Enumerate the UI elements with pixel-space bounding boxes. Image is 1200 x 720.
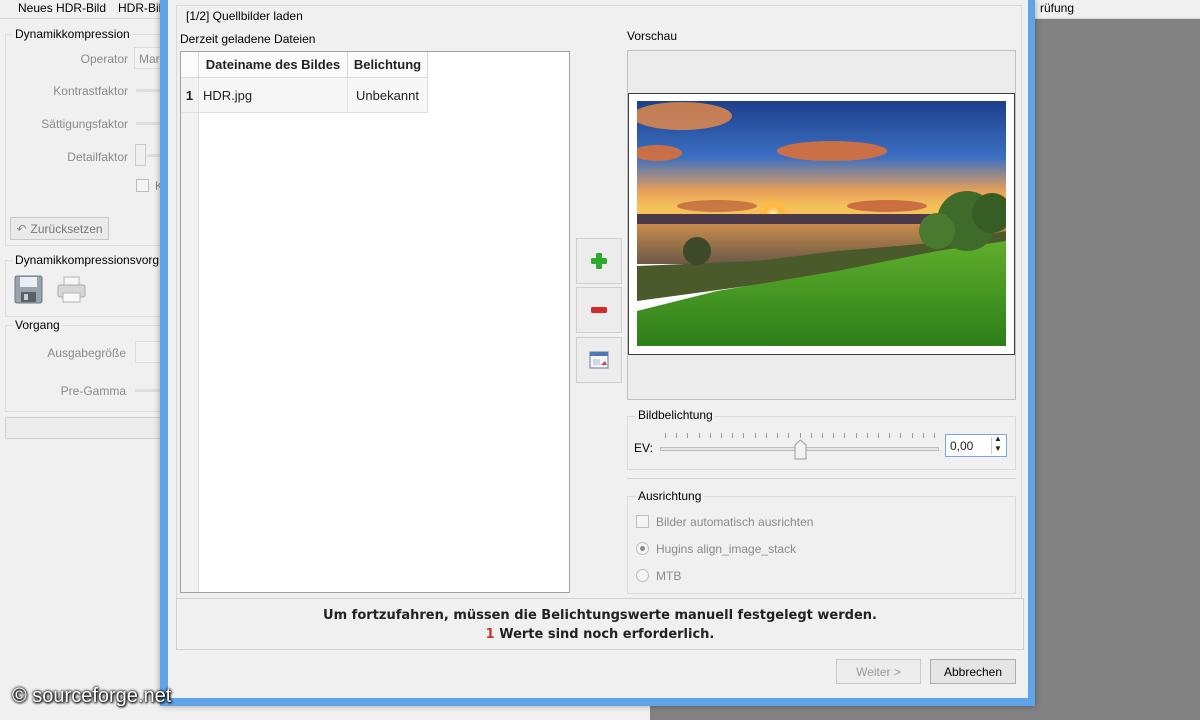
ev-tick	[721, 433, 723, 438]
ev-tick	[754, 433, 756, 438]
cell-exposure[interactable]: Unbekannt	[348, 78, 428, 113]
dialog-title: [1/2] Quellbilder laden	[184, 9, 305, 23]
left-checkbox[interactable]	[136, 179, 149, 192]
alignment-group-title: Ausrichtung	[636, 489, 704, 503]
hugin-radio[interactable]	[636, 542, 649, 555]
ev-tick	[911, 433, 913, 438]
ev-tick	[788, 433, 790, 438]
exposure-group-title: Bildbelichtung	[636, 408, 715, 422]
ev-tick	[687, 433, 689, 438]
dynamic-compression-title: Dynamikkompression	[13, 27, 132, 41]
preview-label: Vorschau	[627, 29, 678, 43]
menubar: Neues HDR-Bild HDR-Bil	[0, 0, 165, 19]
ev-tick	[855, 433, 857, 438]
message-line-2: 1 Werte sind noch erforderlich.	[177, 627, 1023, 642]
reset-button-label: Zurücksetzen	[30, 221, 103, 236]
menu-hdr-image[interactable]: HDR-Bil	[118, 1, 161, 15]
message-line-2-text: Werte sind noch erforderlich.	[499, 627, 715, 642]
menu-item-fragment[interactable]: rüfung	[1040, 1, 1074, 15]
message-box: Um fortzufahren, müssen die Belichtungsw…	[176, 598, 1024, 650]
mtb-radio-label: MTB	[656, 569, 682, 583]
detail-label: Detailfaktor	[67, 150, 128, 164]
ev-tick	[877, 433, 879, 438]
ev-tick	[810, 433, 812, 438]
contrast-label: Kontrastfaktor	[53, 84, 128, 98]
cancel-button[interactable]: Abbrechen	[930, 659, 1016, 684]
ev-tick	[698, 433, 700, 438]
ev-tick	[799, 433, 801, 438]
ev-spinbox[interactable]: 0,00 ▲ ▼	[945, 434, 1007, 457]
operator-label: Operator	[80, 52, 128, 66]
files-table[interactable]	[180, 51, 570, 593]
ev-tick	[900, 433, 902, 438]
print-icon[interactable]	[55, 273, 88, 306]
loaded-files-label: Derzeit geladene Dateien	[180, 32, 316, 46]
ev-tick	[709, 433, 711, 438]
ev-tick	[844, 433, 846, 438]
auto-align-label: Bilder automatisch ausrichten	[656, 515, 814, 529]
ev-spinner[interactable]: ▲ ▼	[991, 434, 1004, 454]
ev-tick	[732, 433, 734, 438]
ev-tick	[777, 433, 779, 438]
mtb-radio[interactable]	[636, 569, 649, 582]
output-size-label: Ausgabegröße	[47, 346, 126, 360]
reset-button[interactable]: ↶ Zurücksetzen	[10, 217, 109, 240]
row-header-column	[181, 78, 199, 592]
auto-align-checkbox[interactable]	[636, 515, 649, 528]
menu-new-hdr[interactable]: Neues HDR-Bild	[18, 1, 106, 15]
presets-title: Dynamikkompressionsvorg	[13, 253, 162, 267]
saturation-label: Sättigungsfaktor	[41, 117, 128, 131]
message-count: 1	[485, 627, 495, 642]
ev-tick	[743, 433, 745, 438]
ev-tick	[934, 433, 935, 438]
ev-label: EV:	[634, 441, 653, 455]
remove-file-button[interactable]	[576, 287, 622, 333]
spin-up-icon[interactable]: ▲	[994, 434, 1002, 443]
column-header-exposure[interactable]: Belichtung	[348, 52, 428, 78]
ev-tick	[833, 433, 835, 438]
row-index: 1	[181, 78, 199, 113]
image-window-icon	[589, 351, 609, 369]
column-header-filename[interactable]: Dateiname des Bildes	[199, 52, 348, 78]
watermark: © sourceforge.net	[12, 685, 172, 707]
process-title: Vorgang	[13, 318, 62, 332]
detail-slider-handle[interactable]	[135, 144, 146, 166]
ev-tick	[676, 433, 678, 438]
save-icon[interactable]	[12, 273, 45, 306]
menubar-right: rüfung	[1035, 0, 1200, 19]
hugin-radio-label: Hugins align_image_stack	[656, 542, 797, 556]
ev-tick	[889, 433, 891, 438]
cell-filename[interactable]: HDR.jpg	[199, 78, 348, 113]
next-button[interactable]: Weiter >	[836, 659, 921, 684]
ev-tick	[922, 433, 924, 438]
ev-tick	[821, 433, 823, 438]
preview-image	[632, 101, 1012, 346]
plus-icon	[591, 253, 607, 269]
ev-slider-handle[interactable]	[794, 439, 807, 460]
image-window-button[interactable]	[576, 337, 622, 383]
ev-value: 0,00	[950, 439, 974, 453]
pregamma-label: Pre-Gamma	[60, 384, 126, 398]
add-file-button[interactable]	[576, 238, 622, 284]
operator-value: Mar	[139, 52, 160, 66]
table-corner	[181, 52, 199, 78]
progress-field	[5, 417, 165, 439]
minus-icon	[591, 307, 607, 313]
ev-tick	[665, 433, 666, 438]
ev-tick	[765, 433, 767, 438]
ev-tick	[866, 433, 868, 438]
reset-arrow-icon: ↶	[16, 221, 27, 236]
separator	[627, 478, 1016, 479]
spin-down-icon[interactable]: ▼	[994, 444, 1002, 453]
process-group	[5, 325, 167, 412]
message-line-1: Um fortzufahren, müssen die Belichtungsw…	[323, 608, 877, 623]
